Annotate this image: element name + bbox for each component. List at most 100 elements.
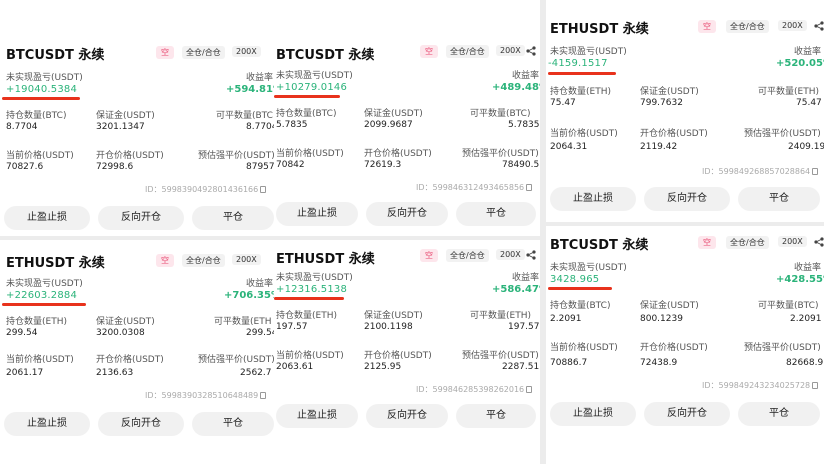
margin-label: 保证金(USDT) (640, 87, 699, 97)
short-badge: 空 (156, 46, 174, 59)
margin-mode-badge: 全仓/合仓 (446, 45, 489, 58)
close-position-button[interactable]: 平仓 (738, 187, 820, 211)
card-title: BTCUSDT 永续 (6, 48, 105, 63)
margin-mode-badge: 全仓/合仓 (446, 249, 489, 262)
mark-price-value: 2061.17 (6, 368, 44, 378)
roe-label: 收益率 (512, 71, 540, 81)
tpsl-button[interactable]: 止盈止损 (276, 202, 358, 226)
close-position-button[interactable]: 平仓 (456, 404, 536, 428)
margin-label: 保证金(USDT) (96, 111, 155, 121)
share-icon[interactable] (526, 46, 536, 56)
reverse-open-button[interactable]: 反向开仓 (366, 202, 448, 226)
red-underline-mark (548, 287, 612, 290)
closable-value: 75.47 (796, 98, 822, 108)
reverse-open-button[interactable]: 反向开仓 (644, 187, 730, 211)
position-card-btc-1: BTCUSDT 永续 空 全仓/合仓 200X 未实现盈亏(USDT) 收益率 … (0, 0, 276, 236)
copy-icon[interactable] (526, 184, 533, 191)
unrealized-pnl-value: +12316.5138 (276, 284, 348, 295)
copy-icon[interactable] (812, 382, 819, 389)
quantity-value: 5.7835 (276, 120, 308, 130)
copy-icon[interactable] (526, 386, 533, 393)
copy-icon[interactable] (812, 168, 819, 175)
margin-value: 2100.1198 (364, 322, 413, 332)
unrealized-pnl-value: -4159.1517 (548, 58, 608, 69)
mark-price-label: 当前价格(USDT) (276, 351, 344, 361)
quantity-value: 299.54 (6, 328, 38, 338)
reverse-open-button[interactable]: 反向开仓 (644, 402, 730, 426)
liq-price-label: 预估强平价(USDT) (744, 129, 821, 139)
liq-price-value: 78490.5 (502, 160, 540, 170)
position-id: ID：599846285398262016 (416, 384, 533, 395)
tpsl-button[interactable]: 止盈止损 (276, 404, 358, 428)
unrealized-pnl-label: 未实现盈亏(USDT) (6, 279, 83, 289)
margin-label: 保证金(USDT) (640, 301, 699, 311)
copy-icon[interactable] (260, 392, 267, 399)
tpsl-button[interactable]: 止盈止损 (550, 402, 636, 426)
quantity-label: 持仓数量(BTC) (6, 111, 67, 121)
position-card-btc-2: BTCUSDT 永续 空 全仓/合仓 200X 未实现盈亏(USDT) 收益率 … (274, 0, 540, 236)
closable-value: 8.7704 (246, 122, 276, 132)
share-icon[interactable] (814, 21, 824, 31)
roe-label: 收益率 (794, 263, 822, 273)
unrealized-pnl-label: 未实现盈亏(USDT) (6, 73, 83, 83)
margin-label: 保证金(USDT) (96, 317, 155, 327)
short-badge: 空 (698, 20, 716, 33)
margin-value: 3201.1347 (96, 122, 145, 132)
short-badge: 空 (420, 249, 438, 262)
tpsl-button[interactable]: 止盈止损 (4, 412, 90, 436)
unrealized-pnl-value: +22603.2884 (6, 290, 78, 301)
unrealized-pnl-value: +10279.0146 (276, 82, 348, 93)
close-position-button[interactable]: 平仓 (738, 402, 820, 426)
close-position-button[interactable]: 平仓 (456, 202, 536, 226)
reverse-open-button[interactable]: 反向开仓 (98, 206, 184, 230)
reverse-open-button[interactable]: 反向开仓 (366, 404, 448, 428)
open-price-value: 72619.3 (364, 160, 402, 170)
tpsl-button[interactable]: 止盈止损 (4, 206, 90, 230)
margin-mode-badge: 全仓/合仓 (182, 254, 225, 267)
quantity-label: 持仓数量(ETH) (6, 317, 67, 327)
roe-value: +706.35% (224, 290, 276, 301)
open-price-label: 开仓价格(USDT) (640, 343, 708, 353)
roe-value: +520.05% (776, 58, 824, 69)
quantity-value: 75.47 (550, 98, 576, 108)
quantity-label: 持仓数量(ETH) (276, 311, 337, 321)
share-icon[interactable] (814, 237, 824, 247)
open-price-value: 2136.63 (96, 368, 134, 378)
margin-label: 保证金(USDT) (364, 311, 423, 321)
reverse-open-button[interactable]: 反向开仓 (98, 412, 184, 436)
position-card-eth-1: ETHUSDT 永续 空 全仓/合仓 200X 未实现盈亏(USDT) 收益率 … (546, 0, 824, 222)
close-position-button[interactable]: 平仓 (192, 412, 274, 436)
quantity-label: 持仓数量(BTC) (550, 301, 611, 311)
roe-label: 收益率 (512, 273, 540, 283)
liq-price-label: 预估强平价(USDT) (462, 351, 539, 361)
liq-price-label: 预估强平价(USDT) (198, 355, 275, 365)
short-badge: 空 (420, 45, 438, 58)
card-title: BTCUSDT 永续 (276, 48, 375, 63)
roe-label: 收益率 (246, 279, 274, 289)
leverage-badge: 200X (232, 254, 261, 265)
position-id: ID：599849268857028864 (702, 166, 819, 177)
mark-price-label: 当前价格(USDT) (276, 149, 344, 159)
liq-price-value: 2287.51 (502, 362, 540, 372)
liq-price-value: 2562.7 (240, 368, 272, 378)
open-price-label: 开仓价格(USDT) (364, 149, 432, 159)
quantity-value: 197.57 (276, 322, 308, 332)
liq-price-label: 预估强平价(USDT) (462, 149, 539, 159)
mark-price-value: 70886.7 (550, 358, 588, 368)
closable-label: 可平数量(ETH (214, 317, 272, 327)
tpsl-button[interactable]: 止盈止损 (550, 187, 636, 211)
closable-value: 197.57 (508, 322, 540, 332)
margin-label: 保证金(USDT) (364, 109, 423, 119)
margin-mode-badge: 全仓/合仓 (182, 46, 225, 59)
card-title: ETHUSDT 永续 (550, 22, 649, 37)
position-card-eth-3: ETHUSDT 永续 空 全仓/合仓 200X 未实现盈亏(USDT) 收益率 … (274, 240, 540, 464)
liq-price-value: 87957. (246, 162, 276, 172)
position-card-btc-3: BTCUSDT 永续 空 全仓/合仓 200X 未实现盈亏(USDT) 收益率 … (546, 226, 824, 464)
quantity-label: 持仓数量(BTC) (276, 109, 337, 119)
quantity-label: 持仓数量(ETH) (550, 87, 611, 97)
close-position-button[interactable]: 平仓 (192, 206, 274, 230)
copy-icon[interactable] (260, 186, 267, 193)
open-price-label: 开仓价格(USDT) (96, 355, 164, 365)
share-icon[interactable] (526, 250, 536, 260)
closable-label: 可平数量(ETH) (470, 311, 531, 321)
